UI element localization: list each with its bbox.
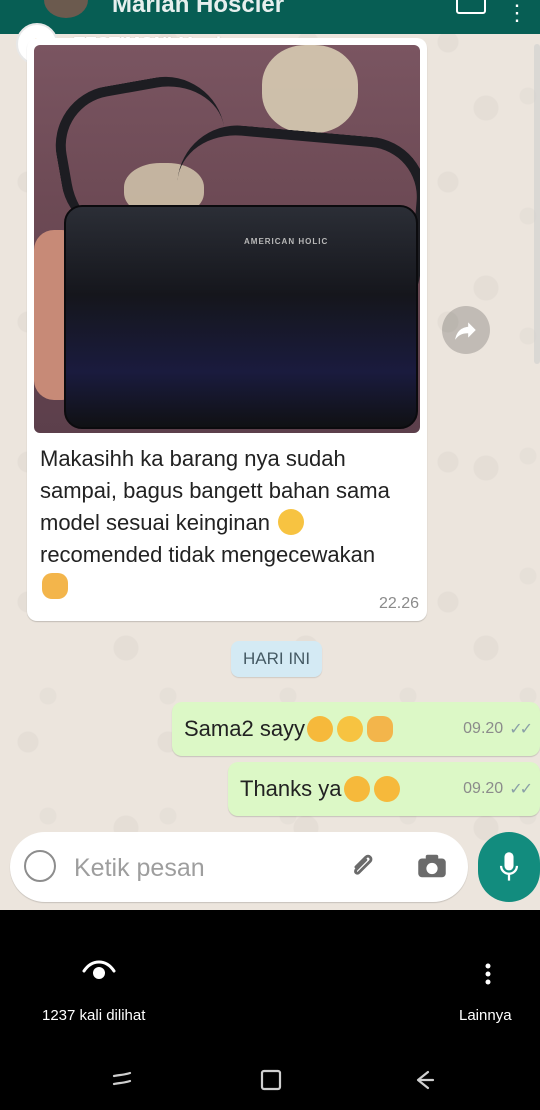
heart-eyes-emoji bbox=[343, 776, 370, 802]
video-call-icon[interactable] bbox=[456, 0, 486, 14]
date-separator: HARI INI bbox=[231, 641, 323, 677]
message-text: Makasihh ka barang nya sudah sampai, bag… bbox=[40, 443, 410, 603]
outgoing-message[interactable]: Thanks ya 09.20 ✓✓ bbox=[228, 762, 540, 816]
outgoing-text: Sama2 sayy bbox=[184, 716, 306, 741]
smiling-face-emoji bbox=[278, 509, 305, 535]
more-label[interactable]: Lainnya bbox=[459, 1007, 512, 1024]
outgoing-message[interactable]: Sama2 sayy 09.20 ✓✓ bbox=[172, 702, 540, 756]
status-footer bbox=[0, 910, 540, 1050]
vertical-dots-icon[interactable] bbox=[484, 962, 492, 986]
menu-dots-icon[interactable]: ⋮ bbox=[506, 0, 528, 26]
back-icon[interactable] bbox=[410, 1066, 438, 1094]
home-icon[interactable] bbox=[257, 1066, 285, 1094]
message-time: 09.20 bbox=[463, 780, 504, 797]
incoming-message[interactable]: AMERICAN HOLIC Makasihh ka barang nya su… bbox=[27, 38, 427, 621]
message-text-part-1: Makasihh ka barang nya sudah sampai, bag… bbox=[40, 446, 390, 535]
message-meta: 09.20 ✓✓ bbox=[463, 719, 533, 739]
smiley-icon[interactable] bbox=[24, 850, 56, 882]
heart-eyes-emoji bbox=[373, 776, 400, 802]
outgoing-text: Thanks ya bbox=[240, 776, 342, 801]
message-photo[interactable]: AMERICAN HOLIC bbox=[34, 45, 420, 433]
share-forward-icon bbox=[455, 322, 476, 340]
system-nav-bar bbox=[0, 1050, 540, 1110]
scrollbar[interactable] bbox=[534, 44, 540, 364]
photo-bear-pattern bbox=[262, 45, 358, 133]
ok-hand-emoji bbox=[367, 716, 394, 742]
eye-icon[interactable] bbox=[82, 960, 116, 982]
paperclip-icon[interactable] bbox=[346, 850, 380, 884]
mic-icon bbox=[499, 852, 519, 881]
message-meta: 09.20 ✓✓ bbox=[463, 779, 533, 799]
contact-name[interactable]: Marian Hoscler bbox=[112, 0, 284, 19]
views-count: 1237 kali dilihat bbox=[42, 1007, 146, 1024]
double-check-icon: ✓✓ bbox=[509, 781, 533, 798]
recent-apps-icon[interactable] bbox=[108, 1066, 136, 1094]
mic-button[interactable] bbox=[478, 832, 540, 902]
message-time: 22.26 bbox=[378, 595, 419, 612]
camera-icon[interactable] bbox=[417, 853, 447, 879]
message-text-part-2: recomended tidak mengecewakan bbox=[40, 542, 376, 567]
photo-bag: AMERICAN HOLIC bbox=[64, 205, 418, 429]
bag-brand-label: AMERICAN HOLIC bbox=[244, 237, 329, 246]
contact-avatar[interactable] bbox=[44, 0, 88, 18]
ok-hand-emoji bbox=[42, 573, 68, 599]
message-input[interactable] bbox=[72, 844, 336, 892]
forward-button[interactable] bbox=[442, 306, 490, 354]
message-time: 09.20 bbox=[463, 720, 504, 737]
smiling-face-emoji bbox=[337, 716, 364, 742]
heart-eyes-emoji bbox=[307, 716, 334, 742]
double-check-icon: ✓✓ bbox=[509, 721, 533, 738]
chat-screen: Marian Hoscler ⋮ ☻ TESTIMONI 11 min AMER… bbox=[0, 0, 540, 910]
message-composer bbox=[10, 832, 468, 902]
